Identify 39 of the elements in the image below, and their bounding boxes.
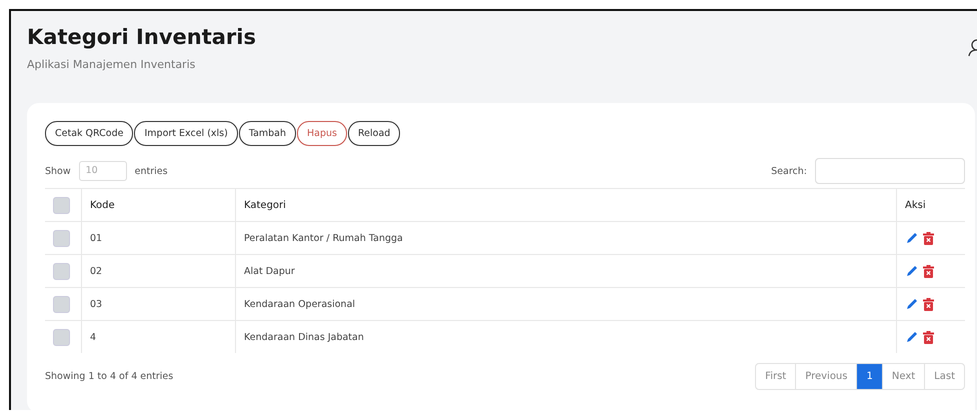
row-checkbox[interactable] <box>53 262 70 280</box>
search-field[interactable] <box>815 158 965 184</box>
pencil-icon[interactable] <box>905 297 919 311</box>
row-checkbox[interactable] <box>53 328 70 346</box>
toolbar-button[interactable]: Tambah <box>238 121 296 146</box>
toolbar-button[interactable]: Import Excel (xls) <box>134 121 238 146</box>
table-cell: Alat Dapur <box>236 254 896 288</box>
select-all-checkbox[interactable] <box>53 196 70 214</box>
table-cell: 02 <box>82 254 236 288</box>
toolbar-button[interactable]: Hapus <box>297 121 347 146</box>
column-header[interactable]: Kode <box>82 188 236 222</box>
pencil-icon[interactable] <box>905 231 919 245</box>
column-header[interactable]: Aksi <box>896 188 965 222</box>
pagination-button[interactable]: Next <box>882 364 924 389</box>
column-header[interactable]: Kategori <box>236 188 896 222</box>
page-subtitle: Aplikasi Manajemen Inventaris <box>27 58 196 71</box>
table-cell: Kendaraan Operasional <box>236 288 896 320</box>
toolbar-button[interactable]: Cetak QRCode <box>45 121 134 146</box>
pagination-button[interactable]: 1 <box>856 364 882 389</box>
search-label: Search: <box>771 166 807 176</box>
pagination-button[interactable]: Last <box>924 364 964 389</box>
trash-icon[interactable] <box>923 264 934 278</box>
table-info: Showing 1 to 4 of 4 entries <box>45 371 174 382</box>
user-icon[interactable] <box>968 39 977 57</box>
entries-label: entries <box>134 166 168 176</box>
table-cell: 03 <box>82 288 236 320</box>
trash-icon[interactable] <box>923 232 934 244</box>
show-label: Show <box>45 166 71 176</box>
toolbar-button[interactable]: Reload <box>348 121 400 146</box>
pagination-button[interactable]: First <box>756 364 796 389</box>
pencil-icon[interactable] <box>905 264 919 278</box>
table-cell: Peralatan Kantor / Rumah Tangga <box>236 222 896 254</box>
pencil-icon[interactable] <box>905 330 919 344</box>
trash-icon[interactable] <box>923 330 934 344</box>
page-title: Kategori Inventaris <box>27 25 256 49</box>
trash-icon[interactable] <box>923 298 934 310</box>
table-cell: 01 <box>82 222 236 254</box>
row-checkbox[interactable] <box>53 296 70 312</box>
row-checkbox[interactable] <box>53 230 70 246</box>
